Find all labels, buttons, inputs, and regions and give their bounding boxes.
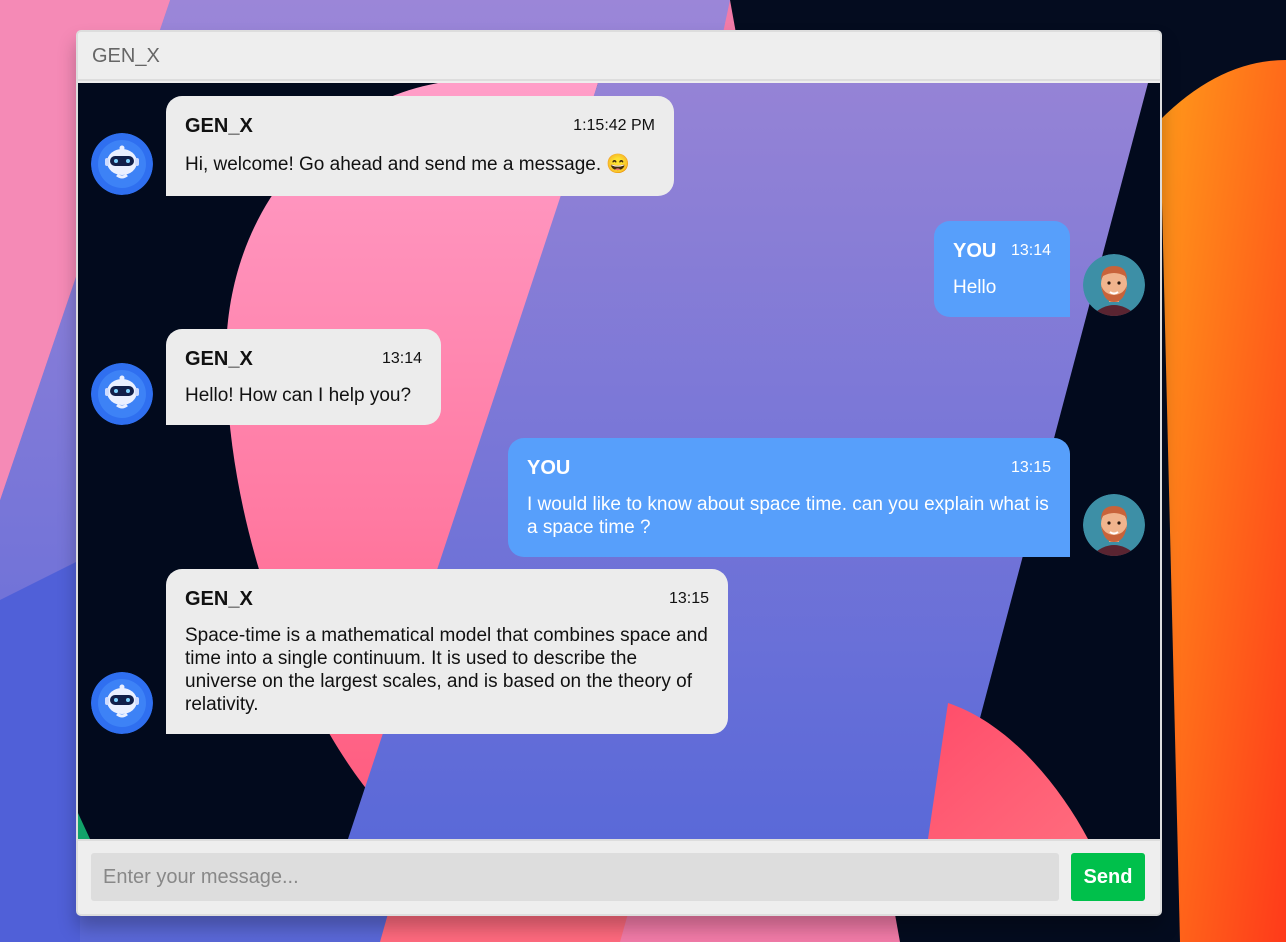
message-timestamp: 13:14	[1010, 242, 1051, 259]
send-button[interactable]: Send	[1071, 853, 1145, 901]
chat-messages-area[interactable]: GEN_X 1:15:42 PM Hi, welcome! Go ahead a…	[78, 83, 1160, 839]
message-timestamp: 13:15	[1010, 459, 1051, 476]
bot-message-bubble: GEN_X 1:15:42 PM Hi, welcome! Go ahead a…	[166, 96, 674, 196]
user-message-bubble: YOU 13:15 I would like to know about spa…	[508, 438, 1070, 557]
message-input[interactable]	[91, 853, 1059, 901]
message-sender-name: GEN_X	[185, 588, 253, 610]
message-text: Hello	[953, 277, 997, 298]
message-sender-name: GEN_X	[185, 115, 253, 137]
message-timestamp: 13:15	[668, 590, 709, 607]
message-timestamp: 13:14	[381, 350, 422, 367]
bot-message-bubble: GEN_X 13:15 Space-time is a mathematical…	[166, 569, 728, 734]
chat-window: GEN_X GEN_X 1:15:42 PM Hi, welcome! Go a…	[76, 30, 1162, 916]
message-sender-name: YOU	[527, 457, 571, 479]
message-text: Hi, welcome! Go ahead and send me a mess…	[185, 154, 631, 175]
user-avatar-icon	[1083, 254, 1145, 316]
message-sender-name: GEN_X	[185, 348, 253, 370]
user-message-bubble: YOU 13:14 Hello	[934, 221, 1070, 317]
robot-avatar-icon	[91, 672, 153, 734]
message-timestamp: 1:15:42 PM	[573, 117, 655, 134]
message-text: Hello! How can I help you?	[185, 385, 412, 406]
message-composer: Send	[78, 839, 1160, 914]
robot-avatar-icon	[91, 133, 153, 195]
message-text: I would like to know about space time. c…	[527, 494, 1049, 538]
robot-avatar-icon	[91, 363, 153, 425]
bot-message-bubble: GEN_X 13:14 Hello! How can I help you?	[166, 329, 441, 425]
chat-header-title: GEN_X	[78, 32, 1160, 81]
message-sender-name: YOU	[953, 240, 997, 262]
user-avatar-icon	[1083, 494, 1145, 556]
message-text: Space-time is a mathematical model that …	[185, 625, 708, 715]
